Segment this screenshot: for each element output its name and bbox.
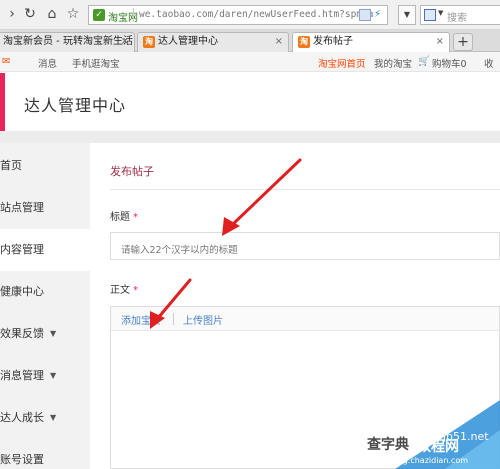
message-link[interactable]: 消息 — [38, 56, 57, 70]
sidebar-item-content-management[interactable]: 内容管理 — [0, 229, 90, 271]
tab-taobao-new-member[interactable]: 淘宝新会员 - 玩转淘宝新生活 × — [0, 32, 135, 52]
chevron-down-icon: ▼ — [50, 413, 57, 422]
browser-toolbar: › ↻ ⌂ ☆ ✓ 淘宝网 we.taobao.com/daren/newUse… — [0, 0, 500, 30]
forward-chevron-icon[interactable]: › — [4, 6, 20, 22]
favorites-link[interactable]: 收 — [484, 56, 494, 70]
upload-image-button[interactable]: 上传图片 — [183, 312, 223, 327]
required-mark: * — [133, 212, 138, 223]
url-text[interactable]: we.taobao.com/daren/newUserFeed.htm?spm=… — [139, 9, 374, 20]
search-box[interactable]: ▼ 搜索 — [420, 5, 500, 25]
title-field-label: 标题 * — [110, 208, 138, 223]
chevron-down-icon[interactable]: ▼ — [438, 9, 443, 17]
taobao-favicon-icon: 淘 — [298, 36, 310, 48]
cart-link[interactable]: 购物车0 — [432, 56, 467, 70]
title-input[interactable] — [110, 232, 500, 260]
sidebar-item-message-management[interactable]: 消息管理 ▼ — [0, 355, 90, 397]
tab-publish-post[interactable]: 淘 发布帖子 × — [292, 32, 450, 53]
sidebar-item-label: 健康中心 — [0, 285, 44, 298]
favorite-star-icon[interactable]: ☆ — [65, 6, 81, 22]
sidebar-item-label: 消息管理 — [0, 369, 44, 382]
add-item-button[interactable]: 添加宝贝 — [121, 312, 161, 327]
chevron-down-icon: ▼ — [50, 329, 57, 338]
page-title: 达人管理中心 — [24, 96, 127, 115]
sidebar-item-home[interactable]: 首页 — [0, 145, 90, 187]
watermark-line1: 查字典 — [367, 437, 409, 453]
secure-shield-icon: ✓ — [93, 9, 105, 21]
new-tab-button[interactable]: + — [453, 33, 473, 51]
sidebar-item-label: 账号设置 — [0, 453, 44, 466]
header-accent-bar — [0, 73, 5, 131]
sidebar-item-label: 内容管理 — [0, 243, 44, 256]
section-divider — [110, 189, 500, 190]
sidebar-item-growth[interactable]: 达人成长 ▼ — [0, 397, 90, 439]
tab-bar: 淘宝新会员 - 玩转淘宝新生活 × 淘 达人管理中心 × 淘 发布帖子 × + — [0, 30, 500, 53]
mobile-taobao-link[interactable]: 手机逛淘宝 — [72, 56, 120, 70]
close-icon[interactable]: × — [275, 33, 283, 51]
sidebar-item-health-center[interactable]: 健康中心 — [0, 271, 90, 313]
close-icon[interactable]: × — [121, 33, 129, 51]
search-engine-icon[interactable] — [424, 9, 436, 21]
bell-icon[interactable]: ✉ — [2, 56, 10, 67]
tab-label: 淘宝新会员 - 玩转淘宝新生活 — [3, 36, 133, 47]
sidebar-item-label: 首页 — [0, 159, 22, 172]
sidebar-item-label: 效果反馈 — [0, 327, 44, 340]
watermark: 查字典 教程网 jb51.net jiaocheng.chazidian.com — [365, 400, 500, 469]
tab-label: 达人管理中心 — [158, 36, 218, 47]
sidebar-item-account-settings[interactable]: 账号设置 — [0, 439, 90, 469]
taobao-home-link[interactable]: 淘宝网首页 — [318, 56, 366, 70]
grid-icon[interactable] — [359, 9, 371, 21]
watermark-url: jiaocheng.chazidian.com — [369, 456, 469, 465]
home-icon[interactable]: ⌂ — [44, 6, 60, 22]
tab-label: 发布帖子 — [313, 36, 353, 47]
required-mark: * — [133, 285, 138, 296]
section-title: 发布帖子 — [110, 165, 154, 178]
site-nav: ✉ 消息 手机逛淘宝 淘宝网首页 我的淘宝 🛒 购物车0 收 — [0, 52, 500, 72]
chevron-down-icon: ▼ — [50, 371, 57, 380]
sidebar-item-label: 达人成长 — [0, 411, 44, 424]
body-label-text: 正文 — [110, 285, 130, 296]
header-divider-band — [0, 131, 500, 143]
search-input[interactable]: 搜索 — [447, 9, 467, 24]
toolbar-separator — [173, 313, 174, 325]
tab-daren-center[interactable]: 淘 达人管理中心 × — [137, 32, 289, 52]
sidebar-item-feedback[interactable]: 效果反馈 ▼ — [0, 313, 90, 355]
address-dropdown-icon[interactable]: ▼ — [398, 5, 416, 25]
sidebar-item-label: 站点管理 — [0, 201, 44, 214]
close-icon[interactable]: × — [436, 33, 444, 51]
my-taobao-link[interactable]: 我的淘宝 — [374, 56, 412, 70]
sidebar: 首页 站点管理 内容管理 健康中心 效果反馈 ▼ 消息管理 ▼ 达人成长 ▼ 账… — [0, 143, 90, 469]
cart-icon[interactable]: 🛒 — [418, 56, 430, 67]
title-label-text: 标题 — [110, 212, 130, 223]
address-separator — [133, 8, 134, 22]
refresh-icon[interactable]: ↻ — [22, 6, 38, 22]
address-bar[interactable]: ✓ 淘宝网 we.taobao.com/daren/newUserFeed.ht… — [88, 5, 388, 25]
sidebar-item-site-management[interactable]: 站点管理 — [0, 187, 90, 229]
editor-toolbar: 添加宝贝 上传图片 — [111, 307, 499, 331]
lightning-icon[interactable]: ⚡ — [374, 9, 386, 21]
watermark-domain: jb51.net — [443, 430, 489, 443]
taobao-favicon-icon: 淘 — [143, 36, 155, 48]
page-header: 达人管理中心 — [0, 73, 500, 131]
body-field-label: 正文 * — [110, 281, 138, 296]
